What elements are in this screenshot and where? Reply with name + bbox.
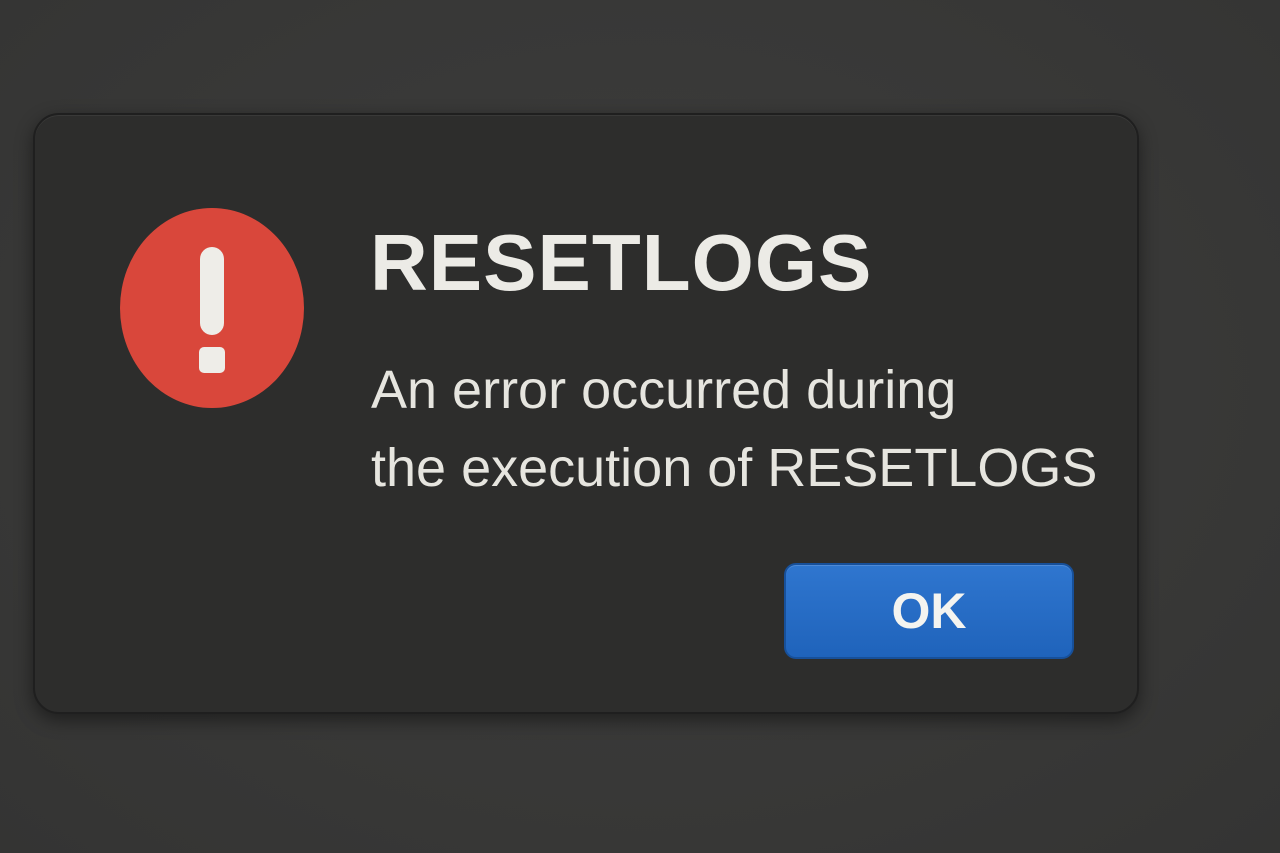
dialog-title: RESETLOGS (370, 218, 873, 307)
ok-button[interactable]: OK (784, 563, 1074, 659)
error-message-line-1: An error occurred during (371, 360, 957, 420)
error-dialog: RESETLOGS An error occurred during the e… (33, 113, 1139, 714)
error-message: An error occurred during the execution o… (371, 351, 1131, 507)
error-message-line-2: the execution of RESETLOGS (371, 438, 1098, 498)
exclamation-alert-icon (119, 207, 305, 409)
